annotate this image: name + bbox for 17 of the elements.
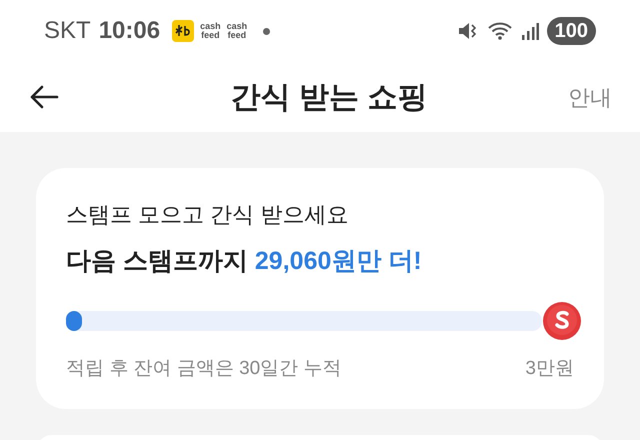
goal-amount: 3만원: [525, 356, 574, 380]
accumulation-note: 적립 후 잔여 금액은 30일간 누적: [66, 356, 342, 380]
info-link[interactable]: 안내: [568, 80, 612, 114]
carrier-name: SKT: [44, 16, 91, 46]
signal-icon: [520, 21, 539, 41]
stamp-coin-icon: [542, 300, 582, 340]
page-title: 간식 받는 쇼핑: [230, 80, 428, 116]
card-headline: 다음 스탬프까지 29,060원만 더!: [66, 246, 423, 277]
wifi-icon: [486, 20, 513, 42]
mute-icon: [456, 20, 479, 42]
back-arrow-icon: [29, 85, 59, 109]
bank-app-icon: [172, 20, 194, 42]
battery-level: 100: [546, 17, 596, 45]
app-notification-label: cash feed: [226, 22, 248, 40]
clock-time: 10:06: [98, 16, 160, 46]
card-subtitle: 스탬프 모으고 간식 받으세요: [66, 201, 350, 229]
app-notification-label: cash feed: [200, 22, 221, 40]
